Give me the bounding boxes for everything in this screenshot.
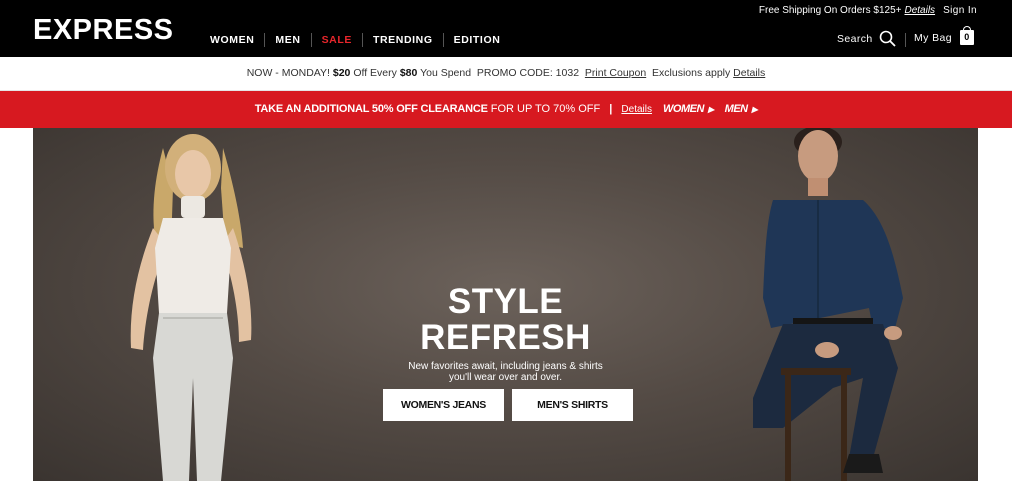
nav-item-men[interactable]: MEN: [265, 33, 312, 47]
main-nav: WOMEN MEN SALE TRENDING EDITION: [200, 33, 510, 47]
nav-item-women[interactable]: WOMEN: [200, 33, 266, 47]
clearance-rest: FOR UP TO 70% OFF: [490, 103, 601, 115]
header-divider: [905, 33, 906, 47]
mens-shirts-button[interactable]: MEN'S SHIRTS: [512, 389, 633, 421]
banner-women-link[interactable]: WOMEN ▶: [663, 103, 714, 115]
clearance-banner: TAKE AN ADDITIONAL 50% OFF CLEARANCE FOR…: [0, 91, 1012, 128]
promo-amount: $20: [332, 67, 351, 79]
banner-separator: |: [609, 103, 613, 115]
promo-mid: Off Every: [353, 67, 397, 79]
bag-count: 0: [964, 32, 970, 42]
shopping-bag-icon: 0: [960, 26, 974, 45]
bag-label: My Bag: [914, 31, 952, 44]
hero-title-line1: STYLE: [447, 282, 564, 321]
search-icon: [879, 30, 896, 47]
nav-item-trending[interactable]: TRENDING: [363, 33, 444, 47]
promo-lead: NOW - MONDAY!: [246, 67, 330, 79]
nav-item-edition[interactable]: EDITION: [444, 33, 511, 47]
free-shipping-text: Free Shipping On Orders $125+: [758, 5, 902, 16]
banner-details-link[interactable]: Details: [621, 104, 652, 115]
top-navigation-bar: EXPRESS WOMEN MEN SALE TRENDING EDITION …: [0, 0, 1012, 57]
banner-men-link[interactable]: MEN ▶: [725, 103, 758, 115]
promo-details-link[interactable]: Details: [733, 67, 765, 79]
search-label: Search: [837, 32, 873, 45]
chevron-right-icon: ▶: [707, 105, 714, 114]
promo-threshold: $80: [399, 67, 418, 79]
print-coupon-link[interactable]: Print Coupon: [585, 67, 646, 79]
banner-women-label: WOMEN: [663, 103, 704, 115]
express-logo[interactable]: EXPRESS: [33, 14, 174, 47]
shipping-details-link[interactable]: Details: [904, 5, 935, 16]
chevron-right-icon: ▶: [751, 105, 758, 114]
promo-code-bar: NOW - MONDAY! $20 Off Every $80 You Spen…: [0, 57, 1012, 91]
promo-code: PROMO CODE: 1032: [476, 67, 580, 79]
hero-title: STYLE REFRESH: [33, 284, 978, 356]
hero-title-line2: REFRESH: [420, 318, 591, 357]
womens-jeans-button[interactable]: WOMEN'S JEANS: [383, 389, 504, 421]
nav-item-sale[interactable]: SALE: [312, 33, 363, 47]
sign-in-link[interactable]: Sign In: [943, 5, 977, 16]
utility-links: Free Shipping On Orders $125+ Details Si…: [759, 5, 977, 16]
promo-spend: You Spend: [420, 67, 472, 79]
exclusions-text: Exclusions apply: [652, 67, 731, 79]
banner-men-label: MEN: [724, 103, 748, 115]
hero-subtitle-line1: New favorites await, including jeans & s…: [408, 361, 603, 372]
hero-subtitle: New favorites await, including jeans & s…: [33, 361, 978, 383]
my-bag-button[interactable]: My Bag 0: [914, 26, 974, 45]
hero-subtitle-line2: you'll wear over and over.: [448, 372, 563, 383]
search-button[interactable]: Search: [837, 30, 896, 47]
hero-banner[interactable]: STYLE REFRESH New favorites await, inclu…: [33, 128, 978, 481]
clearance-headline: TAKE AN ADDITIONAL 50% OFF CLEARANCE: [254, 103, 488, 115]
